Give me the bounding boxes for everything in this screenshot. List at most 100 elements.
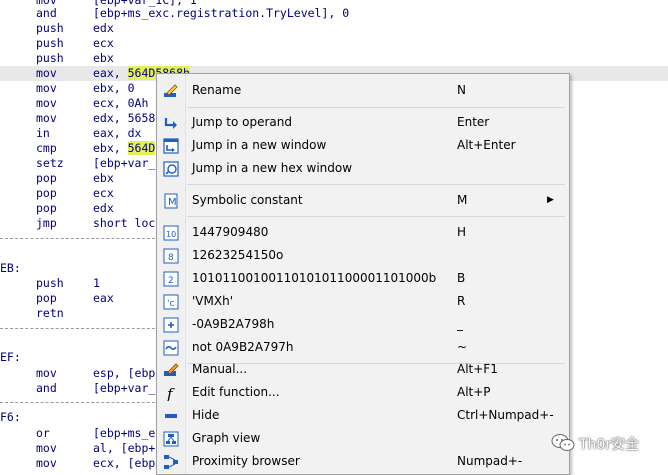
rename-icon xyxy=(163,83,179,99)
mnemonic: mov xyxy=(36,441,57,455)
mnemonic: pop xyxy=(36,291,57,305)
operand: al, [ebp+ xyxy=(93,441,156,455)
label: EB: xyxy=(0,261,21,275)
operand: short loc xyxy=(93,216,156,230)
hide-icon xyxy=(163,408,179,424)
operand: 1 xyxy=(93,276,100,290)
menu-item-binary[interactable]: 2 1010110010011010101100001101000b B xyxy=(157,267,569,290)
menu-item-rename[interactable]: Rename N xyxy=(157,79,569,102)
submenu-arrow-icon: ▶ xyxy=(547,195,554,205)
svg-text:M: M xyxy=(168,197,177,208)
menu-item-symbolic-constant[interactable]: M Symbolic constant M ▶ xyxy=(157,189,569,212)
menu-item-octal[interactable]: 8 12623254150o xyxy=(157,244,569,267)
operand: [ebp+var_ xyxy=(93,156,156,170)
wechat-logo-icon xyxy=(551,433,575,453)
code-line[interactable]: push ebx xyxy=(0,51,668,66)
operand: ebx, 564D xyxy=(93,141,156,156)
operand-prefix: eax, xyxy=(93,66,128,80)
mnemonic: mov xyxy=(36,366,57,380)
menu-separator xyxy=(187,107,565,108)
operand: edx xyxy=(93,201,114,215)
highlighted-constant[interactable]: 564D xyxy=(127,141,156,155)
menu-item-shortcut: _ xyxy=(457,317,463,331)
menu-item-manual[interactable]: Manual... Alt+F1 xyxy=(157,358,569,381)
operand: esp, [ebp xyxy=(93,366,156,380)
menu-item-label: 1447909480 xyxy=(192,225,269,239)
menu-item-shortcut: Alt+Enter xyxy=(457,138,516,152)
menu-item-label: -0A9B2A798h xyxy=(192,317,275,331)
proximity-browser-icon xyxy=(163,454,179,470)
menu-item-label: Jump in a new window xyxy=(192,138,327,152)
menu-item-jump-new-hex-window[interactable]: Jump in a new hex window xyxy=(157,157,569,180)
octal-icon: 8 xyxy=(163,248,179,264)
menu-item-shortcut: R xyxy=(457,294,466,308)
mnemonic: mov xyxy=(36,111,57,125)
menu-item-hide[interactable]: Hide Ctrl+Numpad+- xyxy=(157,404,569,427)
mnemonic: push xyxy=(36,51,64,65)
svg-text:10: 10 xyxy=(166,230,176,239)
decimal-icon: 10 xyxy=(163,225,179,241)
block-separator xyxy=(0,328,160,329)
operand: [ebp+ms_e xyxy=(93,426,156,440)
menu-item-bitwise-not[interactable]: not 0A9B2A797h ~ xyxy=(157,336,569,359)
mnemonic: in xyxy=(36,126,50,140)
menu-item-decimal[interactable]: 10 1447909480 H xyxy=(157,221,569,244)
new-window-icon xyxy=(163,138,179,154)
menu-separator xyxy=(187,184,565,185)
menu-item-char[interactable]: 'c 'VMXh' R xyxy=(157,290,569,313)
operand: ecx xyxy=(93,186,114,200)
mnemonic: retn xyxy=(36,306,64,320)
menu-item-shortcut: N xyxy=(457,83,466,97)
operand-prefix: ebx, xyxy=(93,141,128,155)
menu-item-shortcut: ~ xyxy=(457,340,468,354)
operand: edx xyxy=(93,21,114,35)
block-separator xyxy=(0,238,160,239)
menu-item-label: Manual... xyxy=(192,362,248,376)
menu-item-label: Jump in a new hex window xyxy=(192,161,353,175)
mnemonic: or xyxy=(36,426,50,440)
code-line[interactable]: push edx xyxy=(0,21,668,36)
mnemonic: push xyxy=(36,36,64,50)
operand: ebx, 0 xyxy=(93,81,135,95)
mnemonic: and xyxy=(36,381,57,395)
menu-item-proximity-browser[interactable]: Proximity browser Numpad+- xyxy=(157,450,569,473)
mnemonic: push xyxy=(36,21,64,35)
code-line[interactable]: push ecx xyxy=(0,36,668,51)
menu-item-label: Symbolic constant xyxy=(192,193,303,207)
operand: ecx, 0Ah xyxy=(93,96,149,110)
svg-text:'c: 'c xyxy=(167,299,174,309)
menu-item-shortcut: Enter xyxy=(457,115,490,129)
menu-item-label: Edit function... xyxy=(192,385,280,399)
operand: edx, 5658 xyxy=(93,111,156,125)
mnemonic: and xyxy=(36,6,57,20)
code-line[interactable]: and [ebp+ms_exc.registration.TryLevel], 0 xyxy=(0,6,668,21)
menu-item-graph-view[interactable]: Graph view xyxy=(157,427,569,450)
menu-item-edit-function[interactable]: f Edit function... Alt+P xyxy=(157,381,569,404)
mnemonic: jmp xyxy=(36,216,57,230)
label: EF: xyxy=(0,350,21,364)
menu-item-shortcut: Numpad+- xyxy=(457,454,523,468)
negate-icon xyxy=(163,317,179,333)
menu-item-negate[interactable]: -0A9B2A798h _ xyxy=(157,313,569,336)
menu-item-jump-new-window[interactable]: Jump in a new window Alt+Enter xyxy=(157,134,569,157)
menu-item-shortcut: Ctrl+Numpad+- xyxy=(457,408,554,422)
operand: eax xyxy=(93,291,114,305)
mnemonic: setz xyxy=(36,156,64,170)
menu-separator xyxy=(187,216,565,217)
mnemonic: pop xyxy=(36,201,57,215)
mnemonic: mov xyxy=(36,456,57,470)
mnemonic: mov xyxy=(36,66,57,80)
menu-item-label: Graph view xyxy=(192,431,261,445)
watermark-text: Th0r安全 xyxy=(579,437,640,453)
menu-item-shortcut: M xyxy=(457,193,468,207)
menu-item-jump-to-operand[interactable]: Jump to operand Enter xyxy=(157,111,569,134)
svg-text:f: f xyxy=(166,385,175,401)
menu-item-label: Proximity browser xyxy=(192,454,300,468)
operand: ecx xyxy=(93,36,114,50)
jump-operand-icon xyxy=(163,115,179,131)
mnemonic: pop xyxy=(36,171,57,185)
menu-item-label: Rename xyxy=(192,83,242,97)
mnemonic: mov xyxy=(36,81,57,95)
svg-text:8: 8 xyxy=(168,253,174,263)
operand: ebx xyxy=(93,51,114,65)
